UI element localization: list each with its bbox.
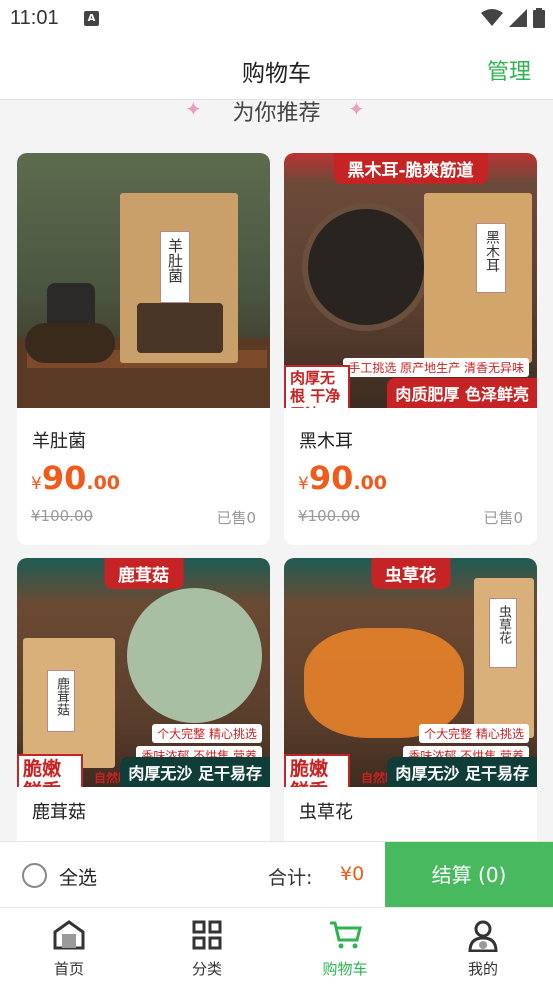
tab-profile-label: 我的: [467, 960, 498, 978]
total-label: 合计:: [268, 867, 313, 889]
product-banner-4: 虫草花: [371, 558, 450, 589]
price-currency: ¥: [298, 474, 309, 494]
select-all-radio[interactable]: [22, 863, 47, 888]
product-price-2: ¥90.00: [298, 459, 387, 497]
product-name-3: 鹿茸菇: [32, 802, 86, 823]
select-all-label[interactable]: 全选: [59, 863, 97, 890]
product-original-price-2: ¥100.00: [298, 507, 361, 525]
product-tag-4: 肉厚无沙 足干易存: [387, 757, 537, 787]
product-banner-2: 黑木耳-脆爽筋道: [333, 153, 488, 184]
product-sold-count-2: 已售0: [483, 509, 523, 527]
app-header: 购物车 管理: [0, 38, 553, 100]
home-icon: [53, 920, 85, 950]
cart-icon: [330, 921, 362, 949]
wifi-icon: [481, 9, 503, 26]
product-stamp-2: 肉厚无根 干净无沙: [284, 365, 350, 408]
product-image-4[interactable]: 虫草花 虫草花 个大完整 精心挑选 香味浓郁 不烘焦 营养 脆嫩 鲜香 自然晾晒…: [284, 558, 537, 787]
price-integer: 90: [308, 459, 354, 497]
tab-home-label: 首页: [53, 960, 84, 978]
notification-a-icon: A: [84, 11, 99, 26]
content-area[interactable]: ✦ 为你推荐 ✦ 羊肚菌 羊肚菌 ¥90.00 ¥100.00 已售0 黑木耳-…: [0, 101, 553, 841]
product-image-3[interactable]: 鹿茸菇 鹿茸菇 个大完整 精心挑选 香味浓郁 不烘焦 营养 脆嫩 鲜香 自然晾晒…: [17, 558, 270, 787]
status-icons: [481, 8, 545, 28]
tab-home[interactable]: 首页: [0, 908, 138, 984]
product-card-2[interactable]: 黑木耳-脆爽筋道 黑木耳 手工挑选 原产地生产 清香无异味 肉厚无根 干净无沙 …: [284, 153, 537, 545]
product-name-1: 羊肚菌: [32, 431, 86, 452]
product-image-1[interactable]: 羊肚菌: [17, 153, 270, 408]
price-decimal: .00: [86, 472, 121, 494]
price-integer: 90: [41, 459, 87, 497]
profile-icon: [468, 920, 498, 952]
tab-profile[interactable]: 我的: [414, 908, 552, 984]
tab-cart[interactable]: 购物车: [276, 908, 414, 984]
total-value: ¥0: [340, 863, 365, 885]
product-image-label-2: 黑木耳: [476, 223, 506, 293]
battery-icon: [533, 8, 545, 28]
bottom-tab-bar: 首页 分类 购物车 我的: [0, 907, 553, 984]
checkout-button[interactable]: 结算 (0): [385, 842, 553, 908]
product-stamp-3: 脆嫩 鲜香: [17, 754, 83, 787]
tab-cart-label: 购物车: [322, 960, 368, 978]
product-card-1[interactable]: 羊肚菌 羊肚菌 ¥90.00 ¥100.00 已售0: [17, 153, 270, 545]
product-tag-3: 肉厚无沙 足干易存: [120, 757, 270, 787]
product-card-3[interactable]: 鹿茸菇 鹿茸菇 个大完整 精心挑选 香味浓郁 不烘焦 营养 脆嫩 鲜香 自然晾晒…: [17, 558, 270, 841]
page-title: 购物车: [242, 61, 311, 87]
status-time: 11:01: [10, 7, 59, 29]
product-name-4: 虫草花: [299, 802, 353, 823]
product-tag-small-2: 手工挑选 原产地生产 清香无异味: [343, 358, 529, 377]
product-image-2[interactable]: 黑木耳-脆爽筋道 黑木耳 手工挑选 原产地生产 清香无异味 肉厚无根 干净无沙 …: [284, 153, 537, 408]
manage-button[interactable]: 管理: [487, 54, 531, 86]
tab-category-label: 分类: [191, 960, 222, 978]
product-tag-2: 肉质肥厚 色泽鲜亮: [387, 378, 537, 408]
price-decimal: .00: [353, 472, 388, 494]
product-stamp-4: 脆嫩 鲜香: [284, 754, 350, 787]
product-banner-3: 鹿茸菇: [104, 558, 183, 589]
product-original-price-1: ¥100.00: [31, 507, 94, 525]
price-currency: ¥: [31, 474, 42, 494]
product-name-2: 黑木耳: [299, 431, 353, 452]
product-sold-count-1: 已售0: [216, 509, 256, 527]
sparkle-right-icon: ✦: [348, 101, 365, 121]
product-tag-small-3a: 个大完整 精心挑选: [152, 724, 262, 743]
status-bar: 11:01 A: [0, 0, 553, 38]
recommend-title: 为你推荐: [232, 101, 321, 126]
product-image-label-4: 虫草花: [489, 598, 517, 668]
tab-category[interactable]: 分类: [138, 908, 276, 984]
checkout-bar: 全选 合计: ¥0 结算 (0): [0, 841, 553, 908]
product-image-label-3: 鹿茸菇: [47, 670, 75, 732]
product-card-4[interactable]: 虫草花 虫草花 个大完整 精心挑选 香味浓郁 不烘焦 营养 脆嫩 鲜香 自然晾晒…: [284, 558, 537, 841]
signal-icon: [509, 9, 527, 27]
product-tag-small-4a: 个大完整 精心挑选: [419, 724, 529, 743]
product-price-1: ¥90.00: [31, 459, 120, 497]
product-image-label-1: 羊肚菌: [160, 231, 190, 303]
category-icon: [192, 920, 222, 950]
